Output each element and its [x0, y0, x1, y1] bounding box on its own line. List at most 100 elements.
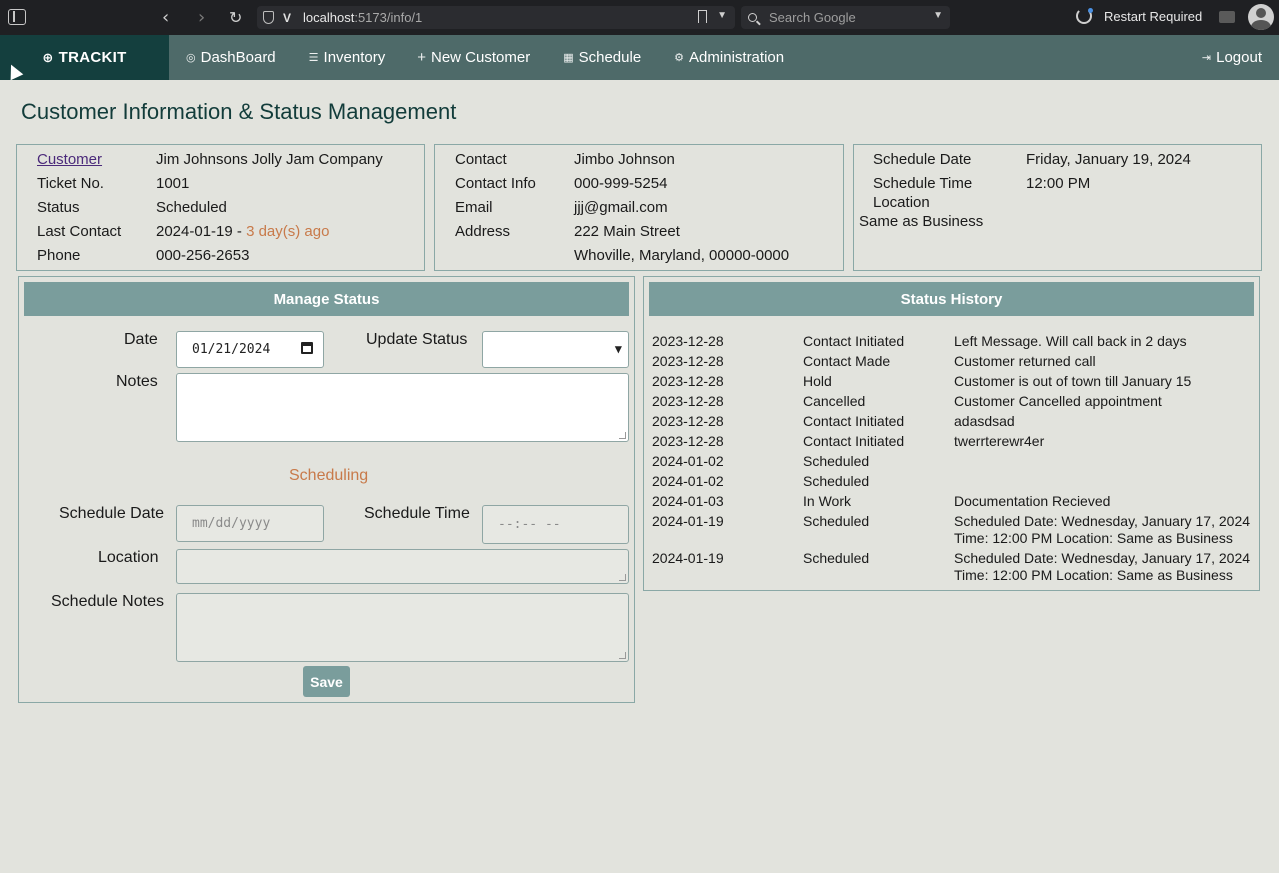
- schedule-date-label: Schedule Date: [873, 151, 972, 168]
- reload-icon[interactable]: ↻: [229, 8, 242, 27]
- brand-label: TRACKIT: [58, 49, 127, 66]
- logout-label: Logout: [1216, 49, 1262, 66]
- resize-handle-icon[interactable]: [619, 432, 626, 439]
- chevron-down-icon: ▼: [614, 342, 622, 356]
- date-input-value: 01/21/2024: [192, 342, 271, 357]
- location-value: Same as Business: [859, 213, 984, 230]
- phone-value: 000-256-2653: [156, 247, 250, 264]
- nav-item-inventory[interactable]: ☰ Inventory: [309, 35, 386, 80]
- vivaldi-icon: V: [283, 10, 292, 25]
- schedule-info-card: Schedule Date Friday, January 19, 2024 S…: [853, 144, 1262, 271]
- chevron-down-icon[interactable]: ▼: [717, 10, 727, 21]
- restart-icon: [1076, 8, 1093, 24]
- schedule-date-input[interactable]: mm/dd/yyyy: [176, 505, 324, 542]
- restart-label: Restart Required: [1104, 8, 1203, 24]
- calendar-icon[interactable]: [301, 342, 313, 354]
- history-note: Scheduled Date: Wednesday, January 17, 2…: [954, 513, 1251, 546]
- nav-item-label: Inventory: [323, 49, 386, 66]
- contact-label: Contact: [455, 151, 507, 168]
- history-status: Cancelled: [803, 393, 866, 409]
- schedule-time-label: Schedule Time: [364, 505, 470, 522]
- address-bar[interactable]: V localhost:5173/info/1 ▼: [257, 6, 735, 29]
- history-status: Scheduled: [803, 453, 870, 469]
- ticket-value: 1001: [156, 175, 190, 192]
- history-status: Hold: [803, 373, 832, 389]
- date-input[interactable]: 01/21/2024: [176, 331, 324, 368]
- history-date: 2023-12-28: [652, 393, 724, 409]
- page-title: Customer Information & Status Management: [21, 99, 457, 124]
- profile-avatar[interactable]: [1248, 4, 1274, 30]
- plus-icon: +: [417, 49, 426, 66]
- contact-info-value: 000-999-5254: [574, 175, 668, 192]
- history-status: Contact Made: [803, 353, 891, 369]
- schedule-date-placeholder: mm/dd/yyyy: [192, 516, 271, 531]
- save-button[interactable]: Save: [303, 666, 350, 697]
- history-note: Scheduled Date: Wednesday, January 17, 2…: [954, 550, 1251, 583]
- notes-textarea[interactable]: [176, 373, 629, 442]
- history-note: Left Message. Will call back in 2 days: [954, 333, 1187, 349]
- email-label: Email: [455, 199, 493, 216]
- search-icon: [748, 13, 757, 22]
- logout-button[interactable]: ⇥ Logout: [1202, 35, 1262, 80]
- history-note: Customer is out of town till January 15: [954, 373, 1192, 389]
- restart-required-button[interactable]: Restart Required: [1076, 8, 1202, 24]
- cast-icon[interactable]: [1219, 11, 1235, 23]
- status-value: Scheduled: [156, 199, 227, 216]
- history-date: 2023-12-28: [652, 413, 724, 429]
- history-status: Contact Initiated: [803, 413, 905, 429]
- back-icon[interactable]: ‹: [162, 7, 169, 28]
- schedule-notes-textarea[interactable]: [176, 593, 629, 662]
- forward-icon[interactable]: ›: [198, 7, 205, 28]
- history-note: Documentation Recieved: [954, 493, 1111, 509]
- history-note: Customer Cancelled appointment: [954, 393, 1162, 409]
- search-field[interactable]: Search Google ▼: [741, 6, 950, 29]
- history-note: Customer returned call: [954, 353, 1096, 369]
- address-line2: Whoville, Maryland, 00000-0000: [574, 247, 790, 264]
- nav-item-new-customer[interactable]: + New Customer: [417, 35, 530, 80]
- nav-item-dashboard[interactable]: ◎ DashBoard: [186, 35, 276, 80]
- address-line1: 222 Main Street: [574, 223, 680, 240]
- notes-label: Notes: [116, 373, 158, 390]
- schedule-date-label: Schedule Date: [59, 505, 164, 522]
- nav-item-label: Administration: [689, 49, 785, 66]
- location-input[interactable]: [176, 549, 629, 584]
- sidebar-toggle-icon[interactable]: [8, 9, 26, 25]
- dashboard-icon: ◎: [186, 52, 196, 64]
- brand-logo[interactable]: ⊕ TRACKIT: [0, 35, 169, 80]
- nav-item-schedule[interactable]: ▦ Schedule: [563, 35, 641, 80]
- schedule-time-placeholder: --:-- --: [498, 517, 561, 532]
- history-note: adasdsad: [954, 413, 1015, 429]
- address-label: Address: [455, 223, 511, 240]
- phone-label: Phone: [37, 247, 81, 264]
- nav-item-label: Schedule: [578, 49, 642, 66]
- history-date: 2024-01-19: [652, 513, 724, 529]
- resize-handle-icon[interactable]: [619, 574, 626, 581]
- schedule-notes-label: Schedule Notes: [51, 593, 164, 610]
- update-status-select[interactable]: ▼: [482, 331, 629, 368]
- nav-item-label: New Customer: [431, 49, 531, 66]
- nav-item-administration[interactable]: ⚙ Administration: [674, 35, 784, 80]
- schedule-time-input[interactable]: --:-- --: [482, 505, 629, 544]
- crosshair-icon: ⊕: [42, 49, 54, 65]
- nav-item-label: DashBoard: [200, 49, 276, 66]
- history-date: 2024-01-19: [652, 550, 724, 566]
- history-date: 2024-01-02: [652, 453, 724, 469]
- email-value: jjj@gmail.com: [574, 199, 668, 216]
- history-date: 2023-12-28: [652, 353, 724, 369]
- contact-info-card: Contact Jimbo Johnson Contact Info 000-9…: [434, 144, 844, 271]
- shield-icon[interactable]: [263, 11, 274, 24]
- history-status: In Work: [803, 493, 851, 509]
- list-icon: ☰: [308, 52, 319, 64]
- last-contact-label: Last Contact: [37, 223, 122, 240]
- browser-toolbar: ‹ › ↻ V localhost:5173/info/1 ▼ Search G…: [0, 0, 1279, 35]
- update-status-label: Update Status: [366, 331, 468, 348]
- bookmark-icon[interactable]: [698, 10, 707, 23]
- calendar-icon: ▦: [563, 52, 574, 64]
- history-status: Scheduled: [803, 513, 870, 529]
- resize-handle-icon[interactable]: [619, 652, 626, 659]
- chevron-down-icon[interactable]: ▼: [933, 10, 943, 21]
- schedule-date-value: Friday, January 19, 2024: [1026, 151, 1191, 168]
- customer-link[interactable]: Customer: [37, 151, 102, 168]
- scheduling-heading: Scheduling: [289, 467, 369, 484]
- status-label: Status: [37, 199, 80, 216]
